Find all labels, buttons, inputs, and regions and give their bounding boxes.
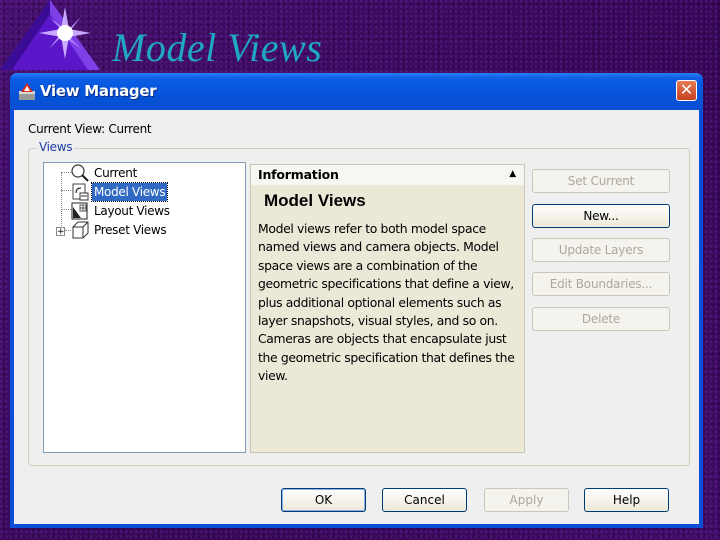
tree-connector <box>61 172 62 230</box>
model-views-icon <box>72 183 89 201</box>
dialog-client-area: Current View: Current Views Current Mode… <box>14 110 699 524</box>
layout-views-icon <box>71 202 88 220</box>
slide-title: Model Views <box>112 25 323 70</box>
views-group-label: Views <box>37 140 75 154</box>
autocad-app-icon <box>19 83 35 100</box>
update-layers-button[interactable]: Update Layers <box>532 238 670 262</box>
expand-preset-views-button[interactable]: + <box>56 227 65 237</box>
dialog-titlebar[interactable]: View Manager ✕ <box>10 73 703 110</box>
tree-item-model-views[interactable]: Model Views <box>90 182 169 202</box>
edit-boundaries-button[interactable]: Edit Boundaries... <box>532 272 670 296</box>
view-manager-dialog: View Manager ✕ Current View: Current Vie… <box>10 73 703 528</box>
delete-button[interactable]: Delete <box>532 307 670 331</box>
cube-icon <box>72 221 89 239</box>
apply-button[interactable]: Apply <box>484 488 569 512</box>
magnifier-icon <box>71 164 89 182</box>
set-current-button[interactable]: Set Current <box>532 169 670 193</box>
current-view-label: Current View: Current <box>28 122 152 136</box>
tree-item-preset-views[interactable]: Preset Views <box>92 221 168 239</box>
collapse-arrow-icon[interactable]: ▲ <box>509 165 516 183</box>
views-groupbox: Views Current Model Views Layout Views +… <box>28 140 690 466</box>
close-button[interactable]: ✕ <box>676 80 697 101</box>
new-view-button[interactable]: New... <box>532 204 670 228</box>
information-header-label: Information <box>258 167 339 182</box>
dialog-title: View Manager <box>40 82 157 100</box>
tree-item-layout-views[interactable]: Layout Views <box>92 202 172 220</box>
cancel-button[interactable]: Cancel <box>382 488 467 512</box>
ok-button[interactable]: OK <box>281 488 366 512</box>
information-panel: Information ▲ Model Views Model views re… <box>250 164 525 453</box>
information-body: Model views refer to both model space na… <box>258 221 515 384</box>
information-header: Information ▲ <box>251 165 524 185</box>
tree-item-current[interactable]: Current <box>92 164 139 182</box>
information-title: Model Views <box>264 191 366 210</box>
help-button[interactable]: Help <box>584 488 669 512</box>
star-logo-icon <box>0 0 100 70</box>
views-tree[interactable]: Current Model Views Layout Views + Prese… <box>43 162 246 453</box>
